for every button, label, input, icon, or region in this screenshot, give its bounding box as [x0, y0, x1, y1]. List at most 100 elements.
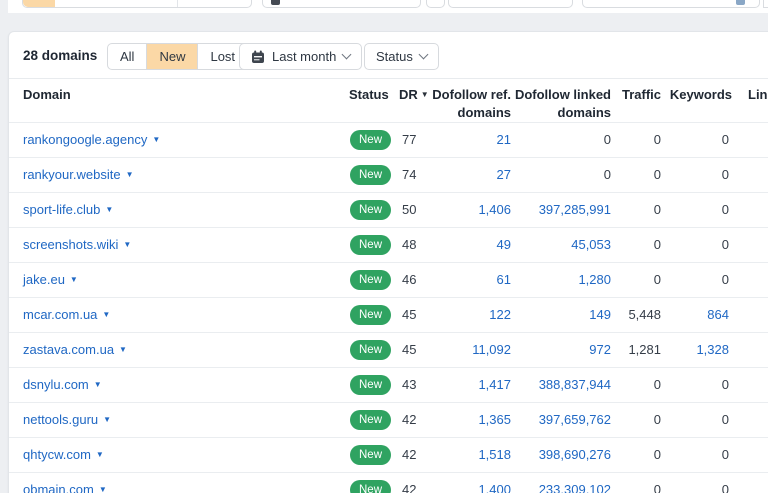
domain-link[interactable]: mcar.com.ua	[23, 307, 97, 322]
status-badge: New	[350, 340, 392, 360]
chevron-down-icon	[341, 49, 352, 60]
dofollow-linked-domains-value[interactable]: 397,659,762	[513, 403, 611, 437]
dofollow-ref-domains-link[interactable]: 49	[439, 228, 511, 262]
dr-value: 77	[402, 132, 417, 147]
dofollow-ref-domains-link[interactable]: 1,365	[439, 403, 511, 437]
segment-divider	[177, 0, 178, 7]
column-header-link-cropped[interactable]: Link	[748, 86, 768, 104]
dr-value: 45	[402, 307, 417, 322]
keywords-value: 0	[721, 482, 729, 493]
status-badge: New	[350, 200, 392, 220]
dofollow-linked-domains-value[interactable]: 45,053	[513, 228, 611, 262]
dofollow-ref-domains-link[interactable]: 1,400	[439, 473, 511, 493]
dr-value: 48	[402, 237, 417, 252]
cropped-toolbar-button[interactable]	[426, 0, 445, 8]
dofollow-linked-domains-value[interactable]: 397,285,991	[513, 193, 611, 227]
domain-link[interactable]: jake.eu	[23, 272, 65, 287]
chevron-down-icon[interactable]: ▼	[99, 485, 107, 493]
dr-label: DR	[399, 87, 418, 102]
chevron-down-icon[interactable]: ▼	[102, 310, 110, 319]
chevron-down-icon[interactable]: ▼	[103, 415, 111, 424]
dr-value: 46	[402, 272, 417, 287]
domain-link[interactable]: rankyour.website	[23, 167, 121, 182]
cropped-toolbar-button[interactable]	[262, 0, 421, 8]
table-header: Domain Status DR ▼ Dofollow ref. domains …	[9, 78, 768, 122]
dr-value: 42	[402, 447, 417, 462]
column-header-keywords[interactable]: Keywords	[664, 86, 732, 104]
cropped-toolbar-button[interactable]	[582, 0, 760, 8]
dr-value: 50	[402, 202, 417, 217]
traffic-value: 0	[653, 412, 661, 427]
domain-link[interactable]: obmain.com	[23, 482, 94, 493]
cropped-toolbar-button[interactable]	[448, 0, 573, 8]
table-row: obmain.com ▼ New 42 1,400 233,309,102 0 0	[9, 472, 768, 493]
traffic-value: 0	[653, 167, 661, 182]
column-header-traffic[interactable]: Traffic	[610, 86, 661, 104]
dr-value: 42	[402, 412, 417, 427]
dofollow-linked-domains-value: 0	[603, 132, 611, 147]
dr-value: 42	[402, 482, 417, 493]
dr-value: 45	[402, 342, 417, 357]
chevron-down-icon[interactable]: ▼	[70, 275, 78, 284]
cropped-toolbar-button[interactable]	[763, 0, 768, 8]
domain-link[interactable]: dsnylu.com	[23, 377, 89, 392]
chevron-down-icon[interactable]: ▼	[105, 205, 113, 214]
dofollow-linked-domains-value[interactable]: 149	[513, 298, 611, 332]
table-row: nettools.guru ▼ New 42 1,365 397,659,762 …	[9, 402, 768, 437]
table-row: screenshots.wiki ▼ New 48 49 45,053 0 0	[9, 227, 768, 262]
dofollow-ref-domains-link[interactable]: 11,092	[439, 333, 511, 367]
dofollow-linked-domains-value[interactable]: 388,837,944	[513, 368, 611, 402]
traffic-value: 0	[653, 237, 661, 252]
chevron-down-icon[interactable]: ▼	[126, 170, 134, 179]
referring-domains-panel: 28 domains All New Lost Last month Statu…	[8, 31, 768, 493]
dofollow-ref-domains-link[interactable]: 1,406	[439, 193, 511, 227]
table-row: qhtycw.com ▼ New 42 1,518 398,690,276 0 0	[9, 437, 768, 472]
status-dropdown[interactable]: Status	[364, 43, 439, 70]
keywords-value: 0	[721, 447, 729, 462]
calendar-icon	[252, 50, 264, 63]
traffic-value: 0	[653, 377, 661, 392]
chevron-down-icon[interactable]: ▼	[119, 345, 127, 354]
dofollow-linked-domains-value[interactable]: 233,309,102	[513, 473, 611, 493]
status-badge: New	[350, 270, 392, 290]
domain-link[interactable]: sport-life.club	[23, 202, 100, 217]
domain-link[interactable]: rankongoogle.agency	[23, 132, 147, 147]
filter-new-button[interactable]: New	[147, 44, 199, 69]
dofollow-ref-domains-link[interactable]: 1,518	[439, 438, 511, 472]
chevron-down-icon[interactable]: ▼	[123, 240, 131, 249]
column-header-dofollow-linked-domains[interactable]: Dofollow linked domains	[514, 86, 611, 121]
domain-link[interactable]: screenshots.wiki	[23, 237, 118, 252]
dofollow-linked-domains-value[interactable]: 972	[513, 333, 611, 367]
dofollow-linked-domains-value[interactable]: 398,690,276	[513, 438, 611, 472]
column-header-dofollow-ref-domains[interactable]: Dofollow ref. domains	[425, 86, 511, 121]
dofollow-ref-domains-link[interactable]: 27	[439, 158, 511, 192]
date-range-label: Last month	[272, 49, 337, 64]
header-line: domains	[557, 104, 611, 120]
domain-link[interactable]: nettools.guru	[23, 412, 98, 427]
dofollow-ref-domains-link[interactable]: 1,417	[439, 368, 511, 402]
traffic-value: 0	[653, 272, 661, 287]
active-segment-fragment[interactable]	[23, 0, 55, 7]
chevron-down-icon[interactable]: ▼	[152, 135, 160, 144]
table-row: dsnylu.com ▼ New 43 1,417 388,837,944 0 0	[9, 367, 768, 402]
dofollow-linked-domains-value[interactable]: 1,280	[513, 263, 611, 297]
dofollow-ref-domains-link[interactable]: 21	[439, 123, 511, 157]
chevron-down-icon[interactable]: ▼	[96, 450, 104, 459]
chevron-down-icon	[418, 49, 429, 60]
dofollow-ref-domains-link[interactable]: 122	[439, 298, 511, 332]
keywords-value[interactable]: 864	[673, 298, 729, 332]
dofollow-ref-domains-link[interactable]: 61	[439, 263, 511, 297]
filter-all-button[interactable]: All	[108, 44, 148, 69]
table-row: rankyour.website ▼ New 74 27 0 0 0	[9, 157, 768, 192]
column-header-status[interactable]: Status	[349, 86, 389, 104]
keywords-value[interactable]: 1,328	[673, 333, 729, 367]
date-range-dropdown[interactable]: Last month	[239, 43, 363, 70]
cropped-segmented-control[interactable]	[22, 0, 252, 8]
chevron-down-icon[interactable]: ▼	[94, 380, 102, 389]
keywords-value: 0	[721, 412, 729, 427]
domain-link[interactable]: qhtycw.com	[23, 447, 91, 462]
domain-link[interactable]: zastava.com.ua	[23, 342, 114, 357]
column-header-domain[interactable]: Domain	[23, 86, 71, 104]
keywords-value: 0	[721, 167, 729, 182]
traffic-value: 0	[653, 447, 661, 462]
